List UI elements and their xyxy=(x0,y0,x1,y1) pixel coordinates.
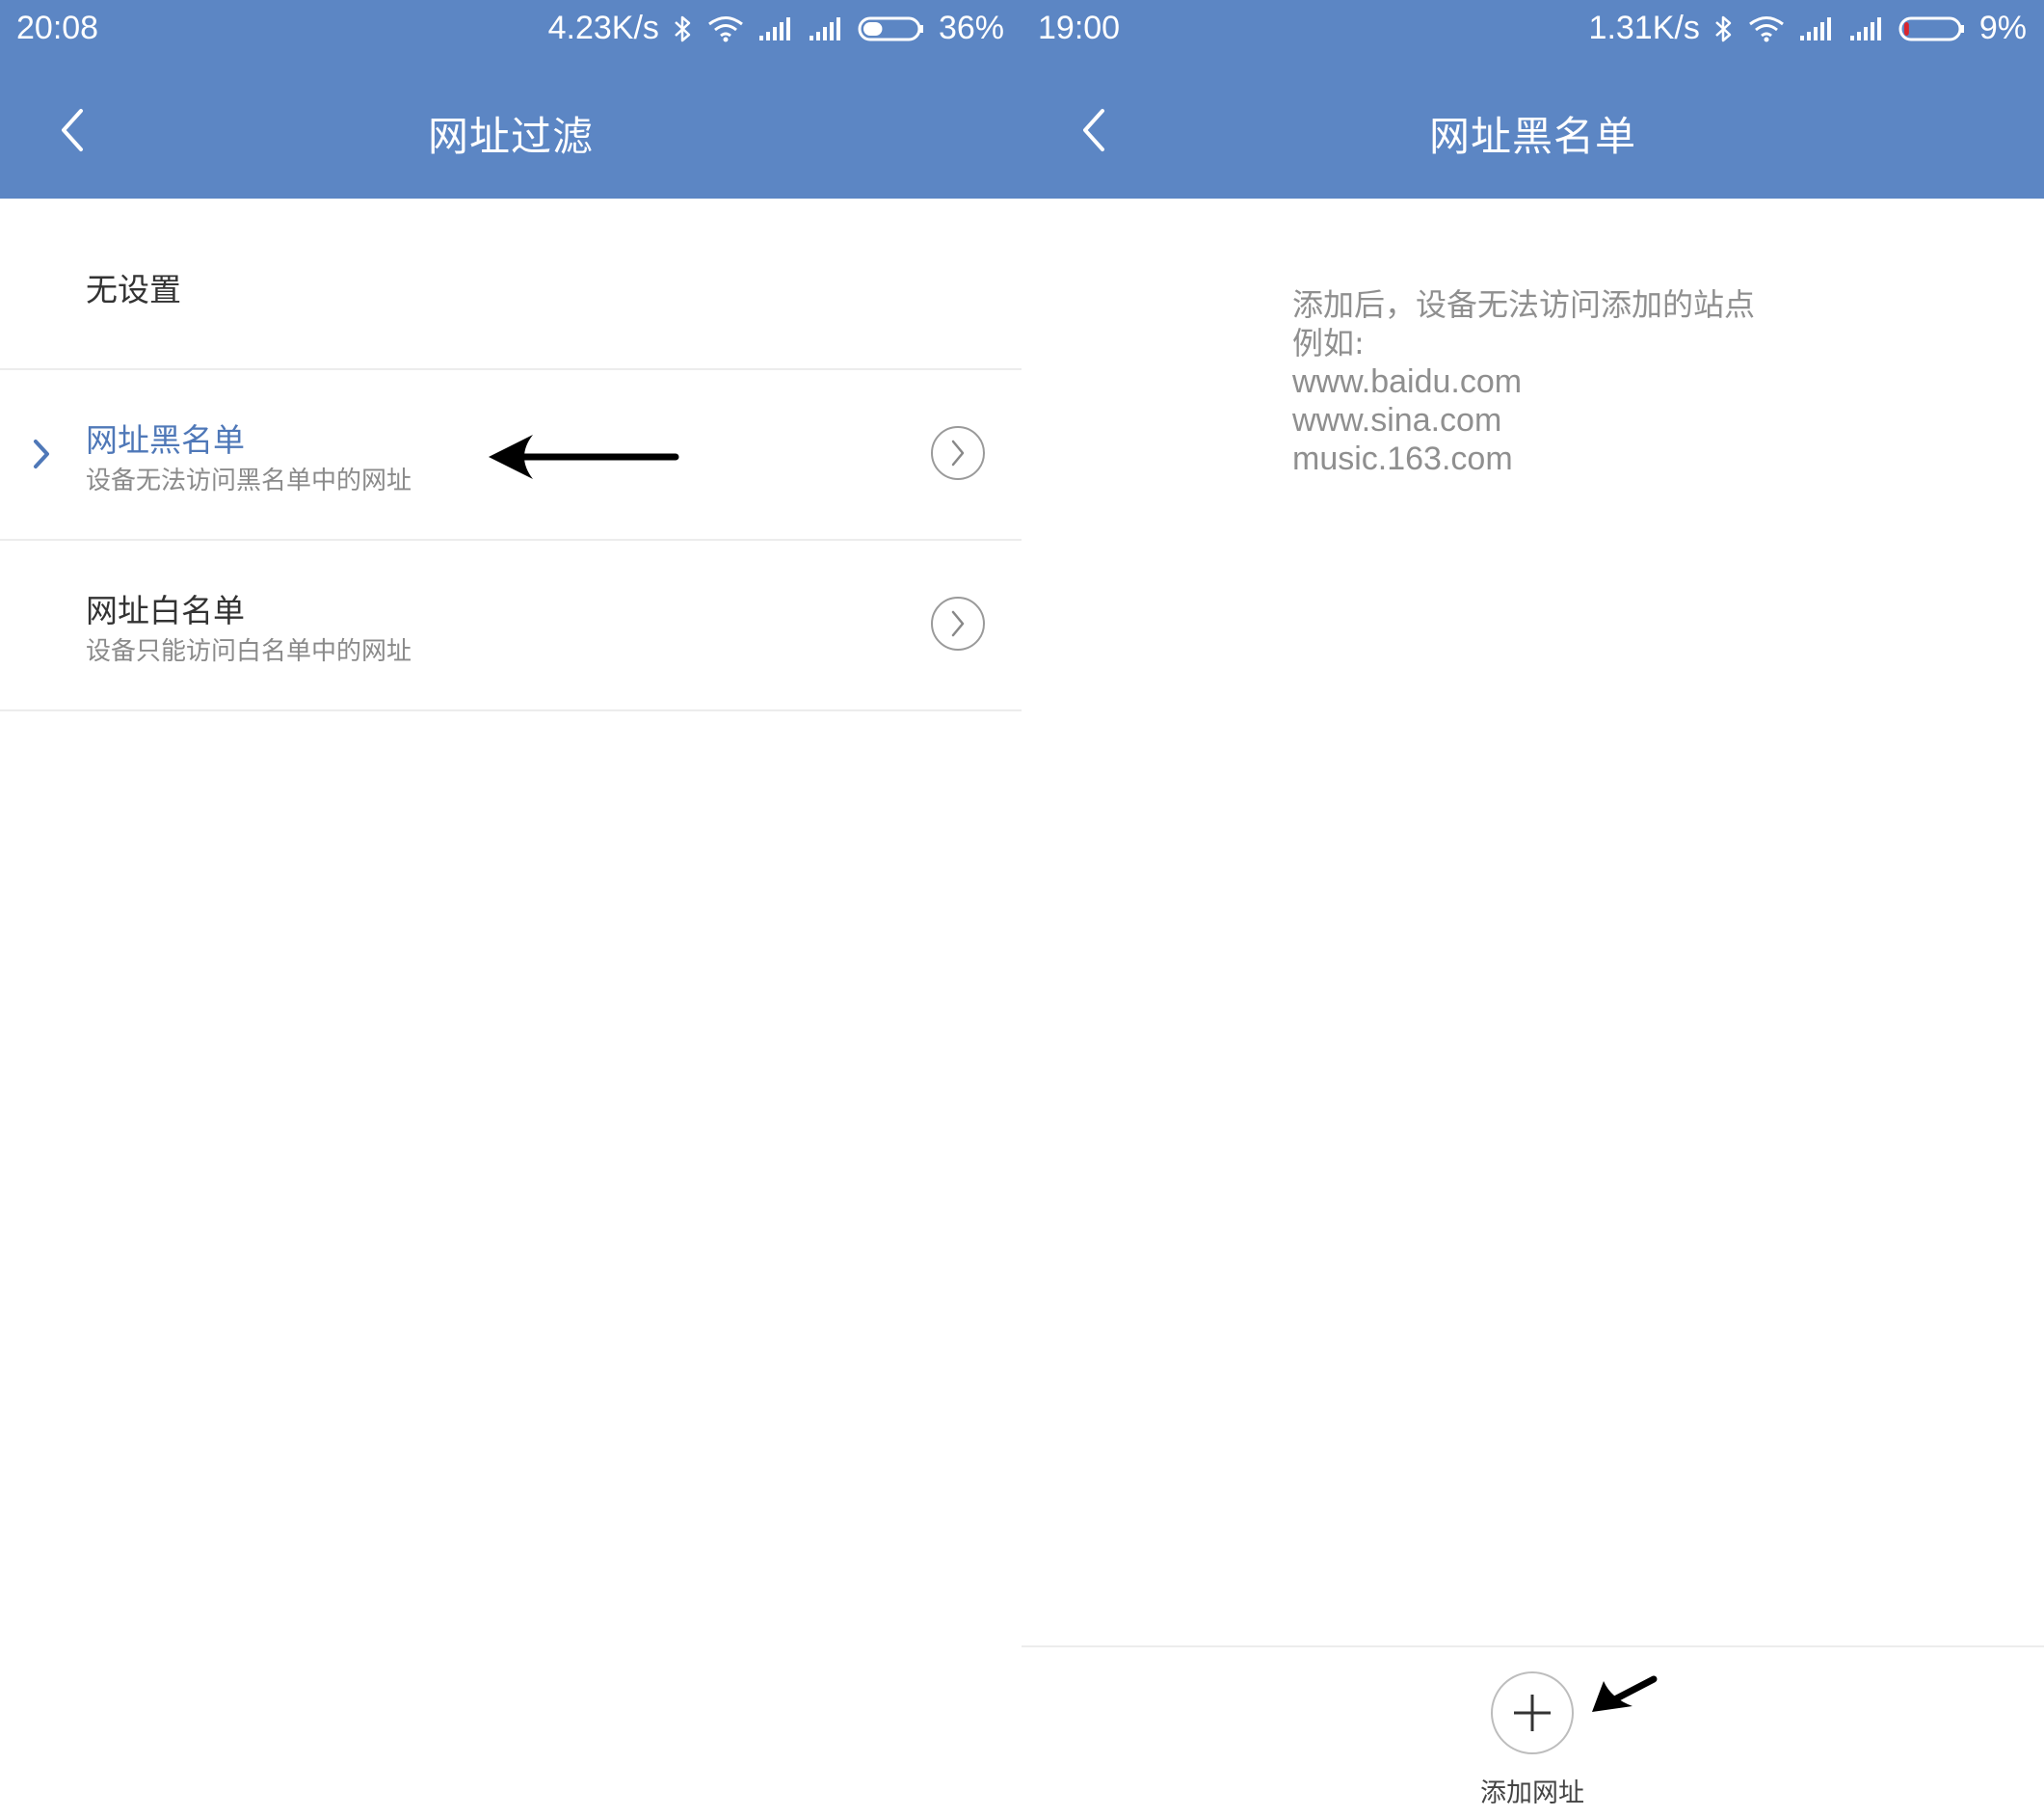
option-whitelist-description: 设备只能访问白名单中的网址 xyxy=(86,637,412,666)
chevron-right-icon xyxy=(951,440,965,467)
battery-icon xyxy=(858,15,925,42)
right-status-bar: 19:00 1.31K/s 9% xyxy=(1022,0,2044,60)
page-title: 网址过滤 xyxy=(427,113,594,160)
wifi-icon xyxy=(707,15,744,42)
left-status-bar: 20:08 4.23K/s 36% xyxy=(0,0,1022,60)
page-title: 网址黑名单 xyxy=(1428,113,1636,160)
network-speed: 1.31K/s xyxy=(1588,10,1700,46)
signal-icon-1 xyxy=(1798,16,1835,41)
option-none-label: 无设置 xyxy=(86,271,181,308)
option-whitelist-enter-button[interactable] xyxy=(931,597,985,651)
hint-line-1: 添加后，设备无法访问添加的站点 xyxy=(1292,286,1756,323)
option-whitelist-label: 网址白名单 xyxy=(86,592,245,629)
signal-icon-1 xyxy=(757,16,794,41)
battery-percent: 9% xyxy=(1978,10,2027,46)
bluetooth-icon xyxy=(1713,14,1735,43)
right-screen: 19:00 1.31K/s 9% 网址黑名单 xyxy=(1022,0,2044,1817)
signal-icon-2 xyxy=(808,16,844,41)
add-url-label: 添加网址 xyxy=(1480,1778,1584,1808)
right-app-bar: 19:00 1.31K/s 9% 网址黑名单 xyxy=(1022,0,2044,199)
annotation-arrow-icon xyxy=(487,431,679,487)
chevron-right-icon xyxy=(951,610,965,637)
wifi-icon xyxy=(1748,15,1785,42)
battery-percent: 36% xyxy=(938,10,1004,46)
option-whitelist[interactable]: 网址白名单 设备只能访问白名单中的网址 xyxy=(0,541,1022,711)
left-screen: 20:08 4.23K/s 36% 网址过滤 无设置 网址黑名单 设备无法访问黑… xyxy=(0,0,1022,1817)
plus-icon xyxy=(1514,1695,1551,1731)
hint-line-2: 例如: xyxy=(1292,325,1365,361)
bottom-divider xyxy=(1022,1645,2044,1647)
annotation-arrow-icon xyxy=(1590,1668,1659,1722)
empty-state-hint: 添加后，设备无法访问添加的站点 例如: www.baidu.com www.si… xyxy=(1292,285,1755,478)
status-time: 19:00 xyxy=(1038,10,1121,46)
battery-icon xyxy=(1898,15,1966,42)
option-blacklist[interactable]: 网址黑名单 设备无法访问黑名单中的网址 xyxy=(0,370,1022,541)
network-speed: 4.23K/s xyxy=(547,10,659,46)
hint-example: www.sina.com xyxy=(1292,402,1502,439)
add-url-button[interactable] xyxy=(1491,1671,1574,1754)
left-app-bar: 20:08 4.23K/s 36% 网址过滤 xyxy=(0,0,1022,199)
signal-icon-2 xyxy=(1848,16,1885,41)
bluetooth-icon xyxy=(673,14,694,43)
hint-example: music.163.com xyxy=(1292,441,1513,477)
option-blacklist-enter-button[interactable] xyxy=(931,426,985,480)
selected-chevron-icon xyxy=(31,437,52,475)
option-blacklist-description: 设备无法访问黑名单中的网址 xyxy=(86,467,412,495)
status-time: 20:08 xyxy=(16,10,99,46)
option-blacklist-label: 网址黑名单 xyxy=(86,421,245,459)
option-none[interactable]: 无设置 xyxy=(0,199,1022,370)
hint-example: www.baidu.com xyxy=(1292,363,1523,400)
